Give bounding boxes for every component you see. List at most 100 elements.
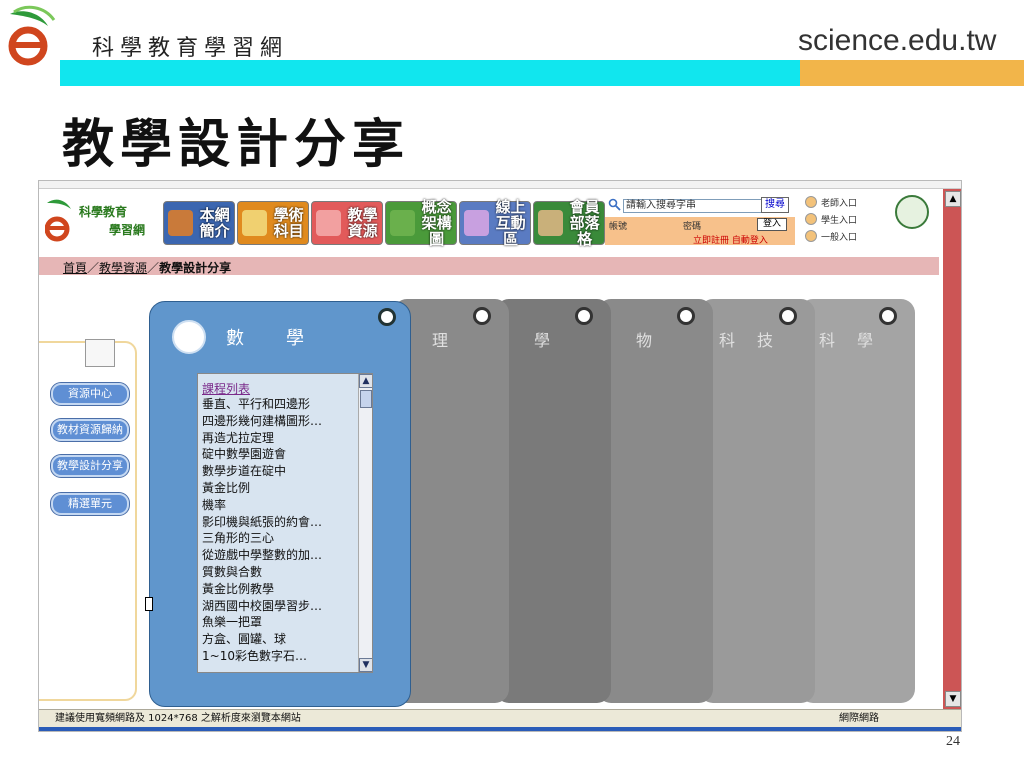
tab-hole-icon: [677, 307, 695, 325]
tab-math-label: 數學: [226, 328, 346, 349]
material-summary-button[interactable]: 教材資源歸納: [51, 419, 129, 441]
nav-resources-label: 教學資源: [347, 206, 378, 240]
course-list-item[interactable]: 質數與合數: [202, 564, 322, 581]
course-list-item[interactable]: 機率: [202, 497, 322, 514]
page-scroll-up-icon[interactable]: ▲: [945, 191, 961, 207]
course-list-item[interactable]: 方盒、圓罐、球: [202, 631, 322, 648]
course-list-item[interactable]: 魚樂一把罩: [202, 614, 322, 631]
course-list-item[interactable]: 碇中數學園遊會: [202, 446, 322, 463]
tab-hole-icon: [779, 307, 797, 325]
course-list-item[interactable]: 湖西國中校園學習步…: [202, 598, 322, 615]
search-button[interactable]: 搜尋: [761, 197, 789, 213]
scroll-down-icon[interactable]: ▼: [359, 658, 372, 672]
page-scrollbar[interactable]: ▲ ▼: [943, 189, 961, 709]
header-bar-cyan: [60, 60, 800, 86]
status-message: 建議使用寬頻網路及 1024*768 之解析度來瀏覽本網站: [55, 713, 301, 724]
nav-interactive-label: 線上互動區: [495, 198, 526, 248]
breadcrumb: 首頁／教學資源／教學設計分享: [63, 259, 231, 276]
breadcrumb-separator: ／: [87, 261, 100, 275]
nav-interactive-button[interactable]: 線上互動區: [459, 198, 531, 248]
account-label: 帳號: [609, 222, 628, 232]
course-list-header[interactable]: 課程列表: [202, 380, 250, 397]
breadcrumb-separator: ／: [147, 261, 160, 275]
student-entry-link[interactable]: 學生入口: [805, 212, 895, 226]
nav-subjects-label: 學術科目: [273, 206, 304, 240]
general-entry-label: 一般入口: [821, 232, 858, 243]
general-icon: [805, 230, 817, 242]
site-logo-text-2: 學習網: [109, 223, 146, 237]
nav-concept-map-button[interactable]: 概念架構圖: [385, 198, 457, 248]
register-link[interactable]: 立即註冊: [693, 236, 729, 246]
auto-login-link[interactable]: 自動登入: [732, 236, 768, 246]
student-entry-label: 學生入口: [821, 215, 858, 226]
password-label: 密碼: [683, 222, 702, 232]
site-header: 科學教育 學習網 本網簡介 學術科目 教學資源 概念架構圖 線上互動區 會員部落…: [39, 189, 939, 257]
scroll-thumb[interactable]: [360, 390, 372, 408]
site-name: 科學教育學習網: [92, 36, 289, 61]
course-list-scrollbar[interactable]: ▲ ▼: [358, 374, 372, 672]
tab-biology[interactable]: 物: [597, 299, 713, 703]
subjects-icon: [242, 210, 268, 236]
breadcrumb-home-link[interactable]: 首頁: [63, 261, 87, 275]
site-logo-icon[interactable]: [45, 195, 75, 245]
nav-about-label: 本網簡介: [199, 206, 230, 240]
course-list-item[interactable]: 再造尤拉定理: [202, 430, 322, 447]
search-input[interactable]: 請輸入搜尋字串: [623, 199, 771, 213]
course-list-item[interactable]: 從遊戲中學整數的加…: [202, 547, 322, 564]
teaching-design-button[interactable]: 教學設計分享: [51, 455, 129, 477]
course-list[interactable]: 課程列表 垂直、平行和四邊形 四邊形幾何建構圖形… 再造尤拉定理 碇中數學園遊會 數學步…: [197, 373, 373, 673]
nav-member-blog-label: 會員部落格: [569, 198, 600, 248]
text-cursor-box: [145, 597, 153, 611]
featured-units-button[interactable]: 精選單元: [51, 493, 129, 515]
about-icon: [168, 210, 194, 236]
course-list-item[interactable]: 數學步道在碇中: [202, 463, 322, 480]
resources-icon: [316, 210, 342, 236]
course-list-item[interactable]: 1~10彩色數字石…: [202, 648, 322, 665]
status-bar: 建議使用寬頻網路及 1024*768 之解析度來瀏覽本網站 網際網路: [39, 709, 961, 727]
browser-address-strip: [39, 181, 961, 189]
tab-chemistry[interactable]: 學: [495, 299, 611, 703]
page-scroll-down-icon[interactable]: ▼: [945, 691, 961, 707]
student-icon: [805, 213, 817, 225]
login-links: 立即註冊 自動登入: [693, 233, 768, 246]
course-list-items: 垂直、平行和四邊形 四邊形幾何建構圖形… 再造尤拉定理 碇中數學園遊會 數學步道在碇中黃…: [202, 396, 322, 665]
course-list-item[interactable]: 影印機與紙張的約會…: [202, 514, 322, 531]
tab-technology[interactable]: 科技: [699, 299, 815, 703]
site-url: science.edu.tw: [798, 24, 997, 57]
ministry-seal-icon: [895, 195, 929, 229]
breadcrumb-current: 教學設計分享: [159, 261, 232, 275]
course-list-item[interactable]: 四邊形幾何建構圖形…: [202, 413, 322, 430]
nav-subjects-button[interactable]: 學術科目: [237, 201, 309, 245]
tab-hole-icon: [473, 307, 491, 325]
status-zone: 網際網路: [839, 713, 879, 724]
site-logo-text-1: 科學教育: [79, 205, 128, 219]
nav-member-blog-button[interactable]: 會員部落格: [533, 198, 605, 248]
tab-hole-icon: [879, 307, 897, 325]
header-bar-orange: [800, 60, 1024, 86]
member-icon: [538, 210, 564, 236]
breadcrumb-resources-link[interactable]: 教學資源: [99, 261, 147, 275]
nav-concept-map-label: 概念架構圖: [421, 198, 452, 248]
slide: 科學教育學習網 science.edu.tw 教學設計分享 科學教育 學習網 本…: [0, 0, 1024, 768]
newspaper-icon: [85, 339, 115, 367]
login-button[interactable]: 登入: [757, 218, 787, 231]
tab-hole-icon: [575, 307, 593, 325]
general-entry-link[interactable]: 一般入口: [805, 229, 895, 243]
interactive-icon: [464, 210, 490, 236]
login-panel: 帳號 密碼 登入 立即註冊 自動登入: [605, 217, 795, 246]
resource-center-button[interactable]: 資源中心: [51, 383, 129, 405]
tab-science-label: 科學: [818, 331, 895, 350]
tab-science[interactable]: 科學: [799, 299, 915, 703]
course-list-item[interactable]: 黃金比例: [202, 480, 322, 497]
course-list-item[interactable]: 垂直、平行和四邊形: [202, 396, 322, 413]
breadcrumb-bar: 首頁／教學資源／教學設計分享: [39, 257, 939, 275]
teacher-entry-label: 老師入口: [821, 198, 858, 209]
nav-about-button[interactable]: 本網簡介: [163, 201, 235, 245]
tab-technology-label: 科技: [718, 331, 795, 350]
course-list-item[interactable]: 三角形的三心: [202, 530, 322, 547]
teacher-entry-link[interactable]: 老師入口: [805, 195, 895, 209]
scroll-up-icon[interactable]: ▲: [359, 374, 372, 388]
course-list-item[interactable]: 黃金比例教學: [202, 581, 322, 598]
tab-hole-icon: [378, 308, 396, 326]
nav-resources-button[interactable]: 教學資源: [311, 201, 383, 245]
